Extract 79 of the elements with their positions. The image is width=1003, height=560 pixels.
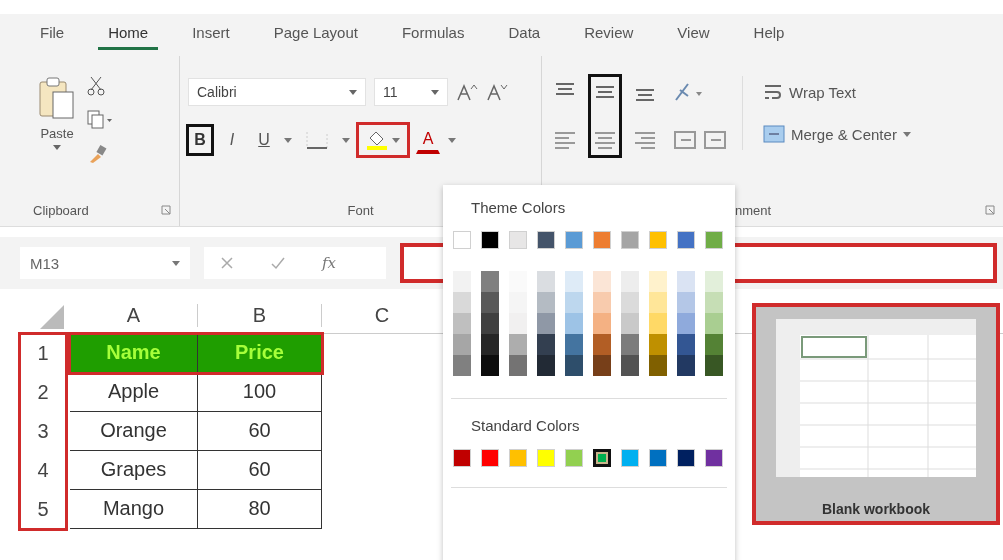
template-card[interactable]: Blank workbook (752, 303, 1000, 525)
row-header[interactable]: 1 (20, 334, 66, 373)
shrink-font-icon[interactable] (486, 83, 508, 101)
clipboard-icon (37, 76, 77, 122)
table-cell: Orange (70, 412, 198, 451)
table-cell: Grapes (70, 451, 198, 490)
launcher-icon[interactable] (161, 205, 171, 215)
column-header[interactable]: B (198, 303, 322, 327)
ribbon-tab[interactable]: File (30, 20, 75, 50)
table-cell: 60 (198, 451, 322, 490)
underline-button[interactable]: U (252, 126, 276, 154)
fill-color-button[interactable] (358, 124, 408, 156)
grow-font-icon[interactable] (456, 83, 478, 101)
wrap-text-button[interactable]: Wrap Text (761, 80, 913, 104)
table-cell: Mango (70, 490, 198, 529)
ribbon-tab[interactable]: Data (498, 20, 551, 50)
insert-function-button[interactable]: fx (322, 254, 336, 272)
caret-icon (172, 260, 180, 266)
color-shade-column[interactable] (677, 271, 695, 376)
column-header[interactable]: C (322, 303, 442, 327)
color-shade-column[interactable] (537, 271, 555, 376)
paint-bucket-icon (366, 129, 388, 151)
caret-icon (448, 137, 456, 143)
ribbon-tab[interactable]: View (667, 20, 720, 50)
copy-icon[interactable] (87, 110, 113, 130)
table-cell: 100 (198, 373, 322, 412)
bold-button[interactable]: B (188, 126, 212, 154)
caret-icon (392, 137, 400, 143)
group-label: Font (347, 202, 374, 218)
merge-cells-icon (763, 124, 785, 144)
color-shade-column[interactable] (453, 271, 471, 376)
merge-center-button[interactable]: Merge & Center (761, 122, 913, 146)
close-icon[interactable] (220, 256, 234, 270)
color-shade-column[interactable] (621, 271, 639, 376)
group-label: nment (735, 202, 772, 218)
check-icon[interactable] (270, 256, 286, 270)
row-header[interactable]: 2 (20, 373, 66, 412)
color-shade-column[interactable] (705, 271, 723, 376)
caret-icon (342, 137, 350, 143)
caret-icon (349, 89, 357, 95)
caret-icon (431, 89, 439, 95)
row-header[interactable]: 4 (20, 451, 66, 490)
table-cell: Name (70, 334, 198, 373)
color-shade-column[interactable] (565, 271, 583, 376)
group-label: Clipboard (33, 202, 89, 218)
ribbon-tab[interactable]: Help (743, 20, 795, 50)
table-cell: Apple (70, 373, 198, 412)
table-cell: Price (198, 334, 322, 373)
ribbon-tab[interactable]: Review (574, 20, 644, 50)
color-shade-column[interactable] (649, 271, 667, 376)
color-swatch[interactable] (593, 449, 611, 467)
scissors-icon[interactable] (87, 76, 105, 96)
caret-icon (902, 131, 911, 137)
table-cell: 80 (198, 490, 322, 529)
row-header[interactable]: 3 (20, 412, 66, 451)
font-name-field[interactable]: Calibri (188, 78, 366, 106)
ribbon-tab[interactable]: Insert (182, 20, 240, 50)
italic-button[interactable]: I (220, 126, 244, 154)
ribbon-tab[interactable]: Formulas (391, 20, 475, 50)
ribbon-tab[interactable]: Home (98, 20, 159, 50)
color-shade-column[interactable] (593, 271, 611, 376)
column-header[interactable]: A (70, 303, 198, 327)
color-shade-column[interactable] (509, 271, 527, 376)
border-icon (305, 130, 329, 150)
caret-icon (284, 137, 292, 143)
caret-icon (53, 145, 61, 150)
section-title: Standard Colors (470, 417, 581, 436)
table-cell: 60 (198, 412, 322, 451)
font-color-button[interactable]: A (416, 126, 440, 154)
section-title: Theme Colors (470, 199, 567, 218)
paste-button[interactable]: Paste (33, 66, 81, 198)
font-size-field[interactable]: 11 (374, 78, 448, 106)
ribbon-tab[interactable]: Page Layout (263, 20, 368, 50)
wrap-text-icon (763, 82, 783, 102)
row-header[interactable]: 5 (20, 490, 66, 529)
color-shade-column[interactable] (481, 271, 499, 376)
template-label: Blank workbook (821, 501, 931, 517)
name-box[interactable]: M13 (20, 247, 190, 279)
launcher-icon[interactable] (985, 205, 995, 215)
